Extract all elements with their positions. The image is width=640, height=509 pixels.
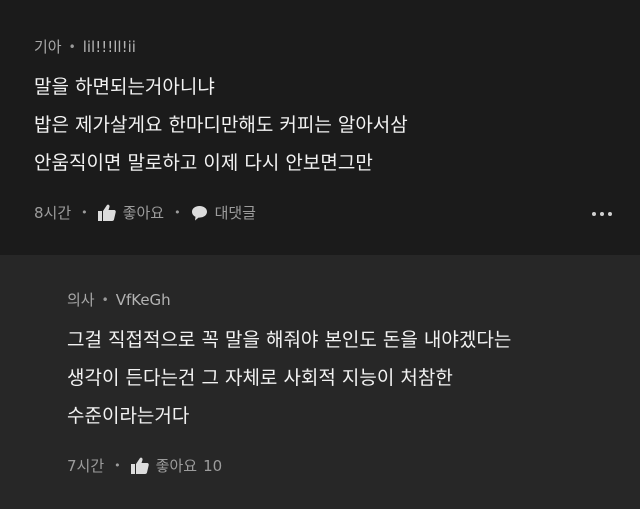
- reply-line: 생각이 든다는건 그 자체로 사회적 지능이 처참한: [67, 367, 453, 389]
- reply-body: 그걸 직접적으로 꼭 말을 해줘야 본인도 돈을 내야겠다는 생각이 든다는건 …: [67, 321, 511, 435]
- separator-dot: •: [114, 459, 121, 472]
- separator-dot: •: [68, 39, 76, 54]
- comment-body: 말을 하면되는거아니냐 밥은 제가살게요 한마디만해도 커피는 알아서삼 안움직…: [34, 68, 408, 182]
- speech-bubble-icon: [191, 205, 207, 220]
- comment-actions: 8시간 • 좋아요 • 대댓글: [34, 202, 256, 223]
- timestamp: 8시간: [34, 204, 72, 222]
- reply-comment: 의사 • VfKeGh 그걸 직접적으로 꼭 말을 해줘야 본인도 돈을 내야겠…: [0, 255, 640, 509]
- comment-line: 말을 하면되는거아니냐: [34, 76, 215, 98]
- reply-line: 수준이라는거다: [67, 405, 190, 427]
- reply-line: 그걸 직접적으로 꼭 말을 해줘야 본인도 돈을 내야겠다는: [67, 329, 512, 351]
- separator-dot: •: [101, 292, 109, 307]
- author-label: 의사: [67, 291, 95, 309]
- thumbs-up-icon: [130, 457, 149, 474]
- separator-dot: •: [174, 206, 181, 219]
- comment-line: 안움직이면 말로하고 이제 다시 안보면그만: [34, 152, 373, 174]
- like-label: 좋아요: [155, 457, 198, 475]
- like-label: 좋아요: [122, 204, 165, 222]
- author-label: 기아: [34, 38, 62, 56]
- more-options-button[interactable]: [592, 212, 612, 216]
- like-button[interactable]: 좋아요: [97, 202, 165, 223]
- username[interactable]: VfKeGh: [116, 291, 171, 309]
- reply-label: 대댓글: [214, 204, 256, 222]
- like-count: 10: [203, 456, 223, 475]
- like-button[interactable]: 좋아요 10: [130, 455, 223, 476]
- comment-header: 기아 • lil!!!ll!ii: [34, 36, 136, 57]
- reply-button[interactable]: 대댓글: [191, 202, 256, 223]
- reply-header: 의사 • VfKeGh: [67, 289, 171, 310]
- more-options-icon: [592, 212, 596, 216]
- comment: 기아 • lil!!!ll!ii 말을 하면되는거아니냐 밥은 제가살게요 한마…: [0, 0, 640, 255]
- reply-actions: 7시간 • 좋아요 10: [67, 455, 222, 476]
- separator-dot: •: [81, 206, 88, 219]
- username[interactable]: lil!!!ll!ii: [83, 38, 136, 56]
- thumbs-up-icon: [97, 204, 116, 221]
- timestamp: 7시간: [67, 457, 105, 475]
- comment-line: 밥은 제가살게요 한마디만해도 커피는 알아서삼: [34, 114, 408, 136]
